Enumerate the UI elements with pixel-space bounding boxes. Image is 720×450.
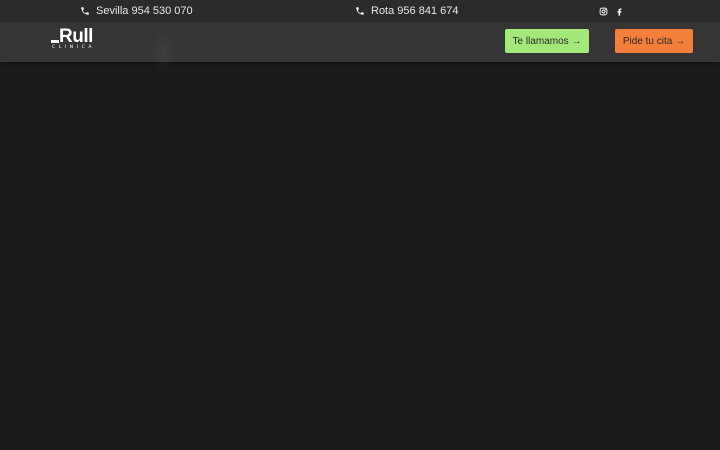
social-links: [599, 0, 624, 22]
phone-icon: [355, 6, 365, 16]
phone-sevilla-label: Sevilla 954 530 070: [96, 5, 193, 17]
phone-sevilla-link[interactable]: Sevilla 954 530 070: [80, 0, 193, 22]
clinic-logo[interactable]: Rull CLINICA: [51, 26, 103, 52]
main-header: Rull CLINICA Te llamamos → Pide tu cita …: [0, 22, 720, 62]
top-contact-bar: Sevilla 954 530 070 Rota 956 841 674: [0, 0, 720, 22]
logo-dash: [51, 40, 59, 43]
phone-rota-link[interactable]: Rota 956 841 674: [355, 0, 458, 22]
call-me-button[interactable]: Te llamamos →: [505, 29, 589, 53]
facebook-icon[interactable]: [615, 7, 624, 16]
phone-rota-label: Rota 956 841 674: [371, 5, 459, 17]
book-appointment-button[interactable]: Pide tu cita →: [615, 29, 693, 53]
page-content-area: [0, 62, 720, 450]
logo-subtitle: CLINICA: [52, 45, 96, 50]
instagram-icon[interactable]: [599, 7, 608, 16]
phone-icon: [80, 6, 90, 16]
